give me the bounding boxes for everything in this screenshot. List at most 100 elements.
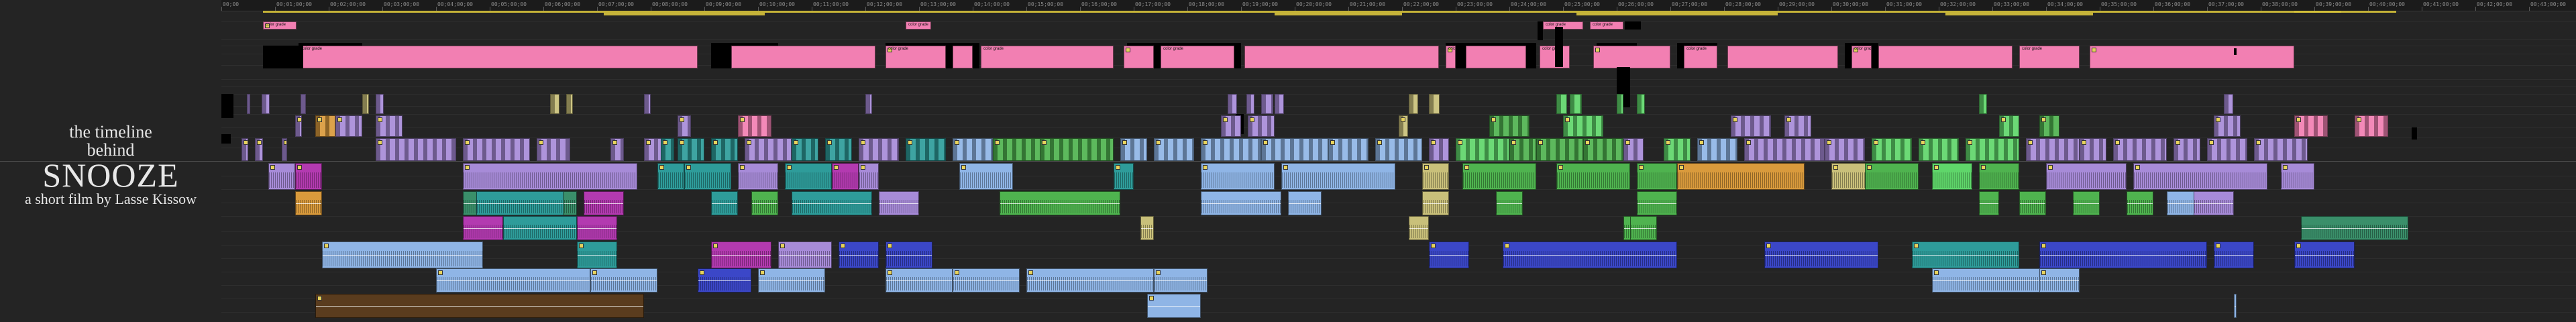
clip[interactable] <box>751 191 778 215</box>
clip[interactable] <box>1630 216 1657 240</box>
clip[interactable] <box>1489 115 1529 137</box>
clip[interactable] <box>2090 46 2294 68</box>
clip[interactable] <box>1912 241 2019 268</box>
marker-range[interactable] <box>604 13 765 15</box>
clip[interactable] <box>1422 163 1449 190</box>
clip[interactable] <box>1744 138 1825 161</box>
clip[interactable]: color grade <box>1684 46 1717 68</box>
clip[interactable] <box>537 138 570 161</box>
clip[interactable] <box>711 138 738 161</box>
clip[interactable] <box>2174 138 2200 161</box>
clip[interactable] <box>1503 241 1677 268</box>
clip[interactable] <box>376 94 384 114</box>
clip[interactable] <box>2080 138 2106 161</box>
clip[interactable] <box>1637 191 1677 215</box>
clip[interactable] <box>758 268 825 292</box>
clip[interactable] <box>1120 138 1147 161</box>
clip[interactable] <box>2046 163 2127 190</box>
clip[interactable] <box>825 138 852 161</box>
clip[interactable] <box>1281 163 1395 190</box>
clip[interactable] <box>1932 268 2053 292</box>
clip[interactable] <box>255 138 263 161</box>
clip[interactable] <box>247 94 250 114</box>
clip[interactable] <box>745 138 792 161</box>
clip[interactable] <box>1697 138 1737 161</box>
clip[interactable] <box>2039 268 2080 292</box>
clip[interactable] <box>1563 115 1603 137</box>
clip[interactable] <box>1872 138 1912 161</box>
clip[interactable] <box>2214 115 2241 137</box>
clip[interactable] <box>657 163 684 190</box>
clip[interactable] <box>644 94 651 114</box>
clip[interactable] <box>711 191 738 215</box>
clip[interactable] <box>1399 115 1408 137</box>
clip[interactable]: color grade <box>885 46 946 68</box>
clip[interactable] <box>885 241 932 268</box>
clip[interactable] <box>1496 191 1523 215</box>
clip[interactable] <box>1201 163 1275 190</box>
clip[interactable] <box>711 241 771 268</box>
clip[interactable] <box>1677 163 1805 190</box>
clip[interactable] <box>859 163 879 190</box>
clip[interactable] <box>1429 138 1449 161</box>
clip[interactable] <box>2113 138 2167 161</box>
clip[interactable] <box>295 191 322 215</box>
clip[interactable] <box>792 138 818 161</box>
clip[interactable] <box>1617 94 1623 114</box>
clip[interactable]: color grade <box>1851 46 1872 68</box>
clip[interactable] <box>959 163 1013 190</box>
clip[interactable] <box>1919 138 1959 161</box>
marker-range[interactable] <box>1576 13 1778 15</box>
clip[interactable] <box>503 216 577 240</box>
clip[interactable] <box>577 241 617 268</box>
clip[interactable] <box>1429 241 1469 268</box>
clip[interactable] <box>295 163 322 190</box>
clip[interactable] <box>584 191 624 215</box>
clip[interactable]: color grade <box>263 21 297 30</box>
clip[interactable] <box>436 268 590 292</box>
clip[interactable] <box>953 138 993 161</box>
clip[interactable] <box>1154 268 1208 292</box>
time-ruler[interactable]: 00;00 00;01;00;00 00;02;00;00 00;03;00;00 00… <box>221 0 2576 11</box>
clip[interactable] <box>1637 163 1677 190</box>
clip[interactable] <box>463 216 503 240</box>
clip[interactable] <box>262 94 270 114</box>
clip[interactable] <box>1246 94 1254 114</box>
clip[interactable] <box>1040 138 1114 161</box>
clip[interactable] <box>301 94 306 114</box>
clip[interactable] <box>241 138 248 161</box>
clip[interactable] <box>1248 115 1275 137</box>
clip[interactable] <box>832 163 859 190</box>
clip[interactable] <box>2039 115 2059 137</box>
clip[interactable]: color grade <box>1590 21 1623 30</box>
clip[interactable] <box>2194 191 2234 215</box>
clip[interactable] <box>2207 138 2247 161</box>
clip[interactable] <box>1593 46 1670 68</box>
clip[interactable] <box>2133 163 2267 190</box>
clip[interactable]: color grade <box>2019 46 2080 68</box>
clip[interactable] <box>1429 94 1440 114</box>
clip[interactable] <box>1932 163 1972 190</box>
clip[interactable] <box>282 138 287 161</box>
clip[interactable] <box>2073 191 2100 215</box>
clip[interactable] <box>906 138 946 161</box>
clip[interactable]: color grade <box>906 21 931 30</box>
clip[interactable] <box>1637 94 1645 114</box>
clip[interactable] <box>315 294 644 318</box>
clip[interactable] <box>698 268 751 292</box>
clip[interactable] <box>463 163 637 190</box>
clip[interactable] <box>2294 241 2355 268</box>
clip[interactable] <box>1825 138 1865 161</box>
clip[interactable] <box>1114 163 1134 190</box>
clip[interactable] <box>322 241 483 268</box>
clip[interactable] <box>865 94 872 114</box>
clip[interactable] <box>295 115 302 137</box>
marker-range[interactable] <box>1275 13 1402 15</box>
clip[interactable] <box>1422 191 1449 215</box>
clip[interactable] <box>1409 216 1429 240</box>
clip[interactable] <box>738 115 771 137</box>
clip[interactable]: color grade <box>299 46 698 68</box>
clip[interactable] <box>1462 163 1536 190</box>
clip[interactable] <box>1288 191 1322 215</box>
clip[interactable] <box>590 268 657 292</box>
